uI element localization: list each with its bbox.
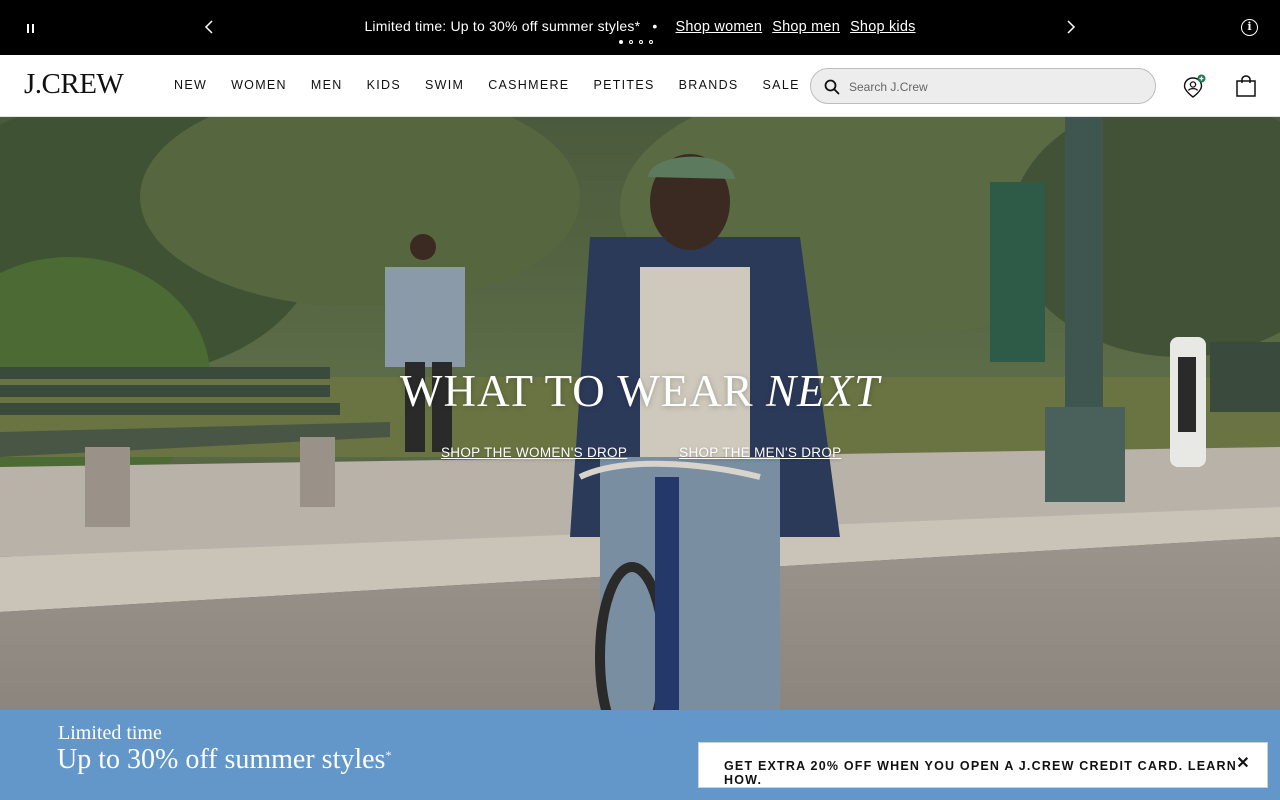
carousel-dot[interactable]: [619, 40, 623, 44]
shop-mens-drop-link[interactable]: SHOP THE MEN'S DROP: [679, 445, 841, 460]
promo-text: Limited time: Up to 30% off summer style…: [364, 18, 641, 34]
main-nav: NEW WOMEN MEN KIDS SWIM CASHMERE PETITES…: [174, 78, 824, 92]
nav-petites[interactable]: PETITES: [593, 78, 654, 92]
nav-men[interactable]: MEN: [311, 78, 343, 92]
hero-banner[interactable]: WHAT TO WEAR NEXT SHOP THE WOMEN'S DROP …: [0, 117, 1280, 710]
shop-women-link[interactable]: Shop women: [676, 19, 763, 35]
nav-new[interactable]: NEW: [174, 78, 207, 92]
carousel-dot[interactable]: [649, 40, 653, 44]
carousel-indicators: [619, 40, 653, 44]
account-icon[interactable]: [1181, 74, 1207, 100]
promo-separator: •: [652, 18, 658, 34]
info-icon[interactable]: i: [1241, 19, 1258, 36]
promo-message: Limited time: Up to 30% off summer style…: [0, 18, 1280, 35]
nav-kids[interactable]: KIDS: [367, 78, 401, 92]
next-slide-button[interactable]: [1060, 17, 1080, 37]
hero-links: SHOP THE WOMEN'S DROP SHOP THE MEN'S DRO…: [441, 445, 841, 460]
sale-banner-text: Up to 30% off summer styles: [57, 744, 386, 775]
credit-card-offer: GET EXTRA 20% OFF WHEN YOU OPEN A J.CREW…: [698, 742, 1268, 788]
search-bar[interactable]: [810, 68, 1156, 104]
chevron-right-icon: [1067, 20, 1076, 34]
jcrew-logo[interactable]: J.CREW: [24, 68, 124, 101]
nav-swim[interactable]: SWIM: [425, 78, 464, 92]
close-icon[interactable]: ✕: [1235, 756, 1251, 772]
search-input[interactable]: [849, 77, 1139, 97]
nav-brands[interactable]: BRANDS: [679, 78, 739, 92]
shopping-bag-icon[interactable]: [1234, 74, 1258, 98]
nav-women[interactable]: WOMEN: [231, 78, 287, 92]
site-header: J.CREW NEW WOMEN MEN KIDS SWIM CASHMERE …: [0, 55, 1280, 117]
shop-men-link[interactable]: Shop men: [772, 19, 840, 35]
carousel-dot[interactable]: [629, 40, 633, 44]
credit-card-offer-link[interactable]: GET EXTRA 20% OFF WHEN YOU OPEN A J.CREW…: [724, 759, 1267, 787]
nav-cashmere[interactable]: CASHMERE: [488, 78, 569, 92]
sale-banner-eyebrow: Limited time: [58, 722, 162, 744]
carousel-dot[interactable]: [639, 40, 643, 44]
search-icon: [824, 79, 840, 95]
hero-title: WHAT TO WEAR NEXT: [0, 365, 1280, 417]
nav-sale[interactable]: SALE: [763, 78, 800, 92]
shop-womens-drop-link[interactable]: SHOP THE WOMEN'S DROP: [441, 445, 627, 460]
sale-banner-mark: *: [385, 748, 392, 762]
hero-title-emphasis: NEXT: [765, 366, 880, 416]
shop-kids-link[interactable]: Shop kids: [850, 19, 915, 35]
sale-banner-headline: Up to 30% off summer styles*: [57, 744, 391, 776]
promo-bar: Limited time: Up to 30% off summer style…: [0, 0, 1280, 55]
hero-title-main: WHAT TO WEAR: [400, 366, 766, 416]
